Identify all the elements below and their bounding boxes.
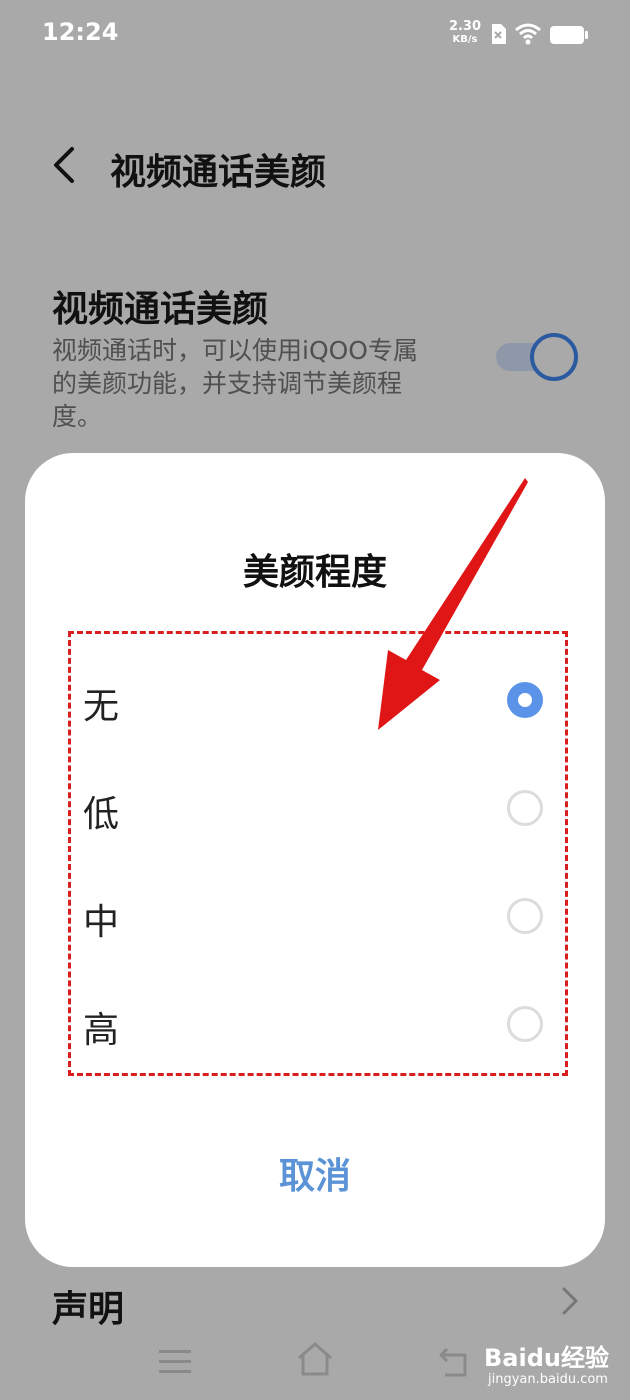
network-speed: 2.30 KB/s bbox=[447, 20, 483, 46]
status-time: 12:24 bbox=[42, 18, 119, 46]
option-label: 中 bbox=[83, 902, 120, 943]
page-title: 视频通话美颜 bbox=[110, 152, 327, 193]
network-speed-value: 2.30 bbox=[448, 19, 482, 34]
option-medium[interactable]: 中 bbox=[83, 871, 553, 961]
radio-unselected[interactable] bbox=[507, 898, 543, 934]
option-low[interactable]: 低 bbox=[83, 763, 553, 853]
home-icon[interactable] bbox=[296, 1340, 334, 1378]
option-high[interactable]: 高 bbox=[83, 979, 553, 1069]
radio-unselected[interactable] bbox=[507, 790, 543, 826]
option-label: 低 bbox=[83, 794, 120, 835]
cancel-button[interactable]: 取消 bbox=[215, 1147, 415, 1207]
annotation-arrow-icon bbox=[378, 478, 528, 730]
option-label: 无 bbox=[83, 686, 120, 727]
sim-blocked-icon bbox=[492, 24, 506, 44]
watermark: Baidu经验 jingyan.baidu.com bbox=[484, 1334, 624, 1394]
chevron-left-icon[interactable] bbox=[48, 145, 80, 185]
beauty-toggle[interactable] bbox=[496, 333, 580, 381]
toggle-knob bbox=[530, 333, 578, 381]
setting-title: 视频通话美颜 bbox=[52, 289, 269, 330]
watermark-main: Baidu经验 bbox=[484, 1344, 609, 1372]
menu-icon[interactable] bbox=[158, 1347, 192, 1377]
chevron-right-icon bbox=[562, 1287, 578, 1315]
status-bar: 12:24 2.30 KB/s bbox=[0, 0, 630, 70]
option-label: 高 bbox=[83, 1010, 120, 1051]
back-arrow-icon[interactable] bbox=[437, 1343, 473, 1379]
wifi-icon bbox=[515, 23, 541, 45]
statement-item[interactable]: 声明 bbox=[0, 1270, 630, 1340]
network-speed-unit: KB/s bbox=[452, 34, 478, 45]
battery-icon bbox=[550, 26, 588, 44]
setting-description: 视频通话时，可以使用iQOO专属的美颜功能，并支持调节美颜程度。 bbox=[52, 336, 418, 431]
radio-unselected[interactable] bbox=[507, 1006, 543, 1042]
statement-label: 声明 bbox=[52, 1289, 125, 1330]
watermark-sub: jingyan.baidu.com bbox=[488, 1372, 608, 1387]
